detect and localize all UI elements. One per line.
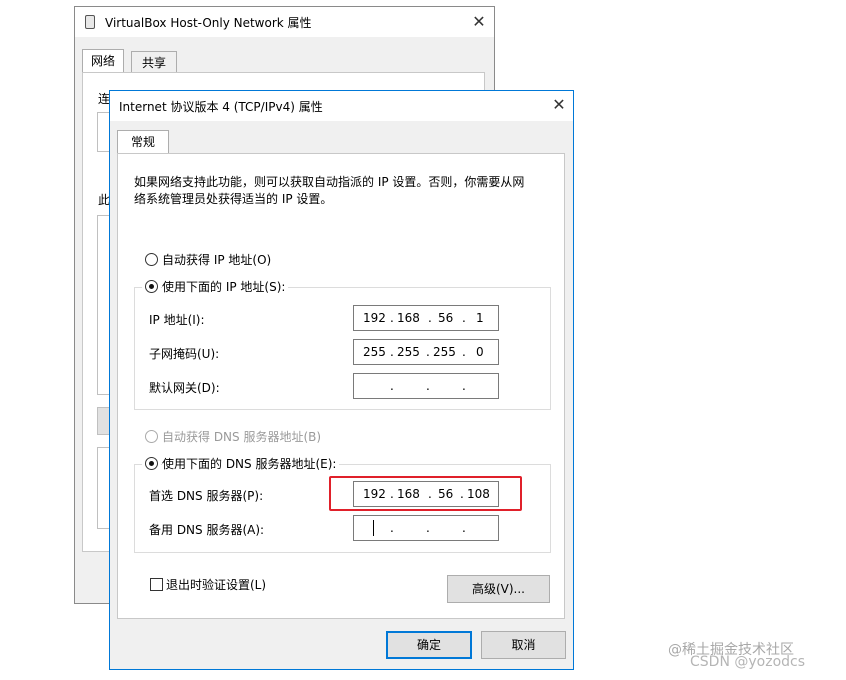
text-cursor: [373, 520, 374, 536]
gateway-dot: .: [390, 379, 394, 393]
dns-auto-label[interactable]: 自动获得 DNS 服务器地址(B): [162, 428, 321, 445]
validate-label[interactable]: 退出时验证设置(L): [166, 576, 266, 593]
mask-octet-2: 255: [397, 345, 420, 359]
ok-button[interactable]: 确定: [386, 631, 472, 659]
mask-dot: .: [462, 345, 466, 359]
validate-checkbox[interactable]: [150, 578, 163, 591]
ip-octet-1: 192: [363, 311, 386, 325]
mask-octet-3: 255: [433, 345, 456, 359]
tab-general[interactable]: 常规: [117, 130, 169, 154]
ipv4-properties-dialog: Internet 协议版本 4 (TCP/IPv4) 属性 ✕ 常规 如果网络支…: [109, 90, 574, 670]
ip-octet-3: 56: [438, 311, 454, 325]
background-close-icon[interactable]: ✕: [469, 13, 489, 33]
tab-sharing[interactable]: 共享: [131, 51, 177, 73]
advanced-button-label: 高级(V)...: [471, 582, 526, 596]
watermark-line-2: CSDN @yozodcs: [690, 654, 806, 670]
ip-dot: .: [390, 311, 394, 325]
cancel-button[interactable]: 取消: [481, 631, 566, 659]
tab-network-label: 网络: [90, 54, 115, 68]
mask-octet-4: 0: [476, 345, 484, 359]
mask-dot: .: [390, 345, 394, 359]
highlight-box: [329, 476, 522, 511]
ip-dot: .: [428, 311, 432, 325]
dns-auto-radio[interactable]: [145, 430, 158, 443]
tab-network[interactable]: 网络: [82, 49, 124, 73]
subnet-mask-input[interactable]: 255. 255. 255. 0: [353, 339, 499, 365]
ok-button-label: 确定: [416, 638, 441, 652]
dialog-titlebar: Internet 协议版本 4 (TCP/IPv4) 属性 ✕: [110, 91, 573, 121]
ip-manual-label[interactable]: 使用下面的 IP 地址(S):: [162, 278, 289, 295]
ip-auto-radio[interactable]: [145, 253, 158, 266]
tab-general-label: 常规: [130, 135, 155, 149]
background-window-title: VirtualBox Host-Only Network 属性: [105, 16, 312, 30]
subnet-mask-label: 子网掩码(U):: [149, 347, 220, 361]
default-gateway-input[interactable]: . . .: [353, 373, 499, 399]
gateway-dot: .: [462, 379, 466, 393]
network-adapter-icon: [85, 15, 95, 29]
ip-manual-radio[interactable]: [145, 280, 158, 293]
ip-auto-label[interactable]: 自动获得 IP 地址(O): [162, 251, 271, 268]
ip-dot: .: [462, 311, 466, 325]
tab-sharing-label: 共享: [141, 56, 166, 70]
cancel-button-label: 取消: [511, 638, 536, 652]
dns2-dot: .: [390, 521, 394, 535]
ip-address-label: IP 地址(I):: [149, 313, 205, 327]
ip-octet-2: 168: [397, 311, 420, 325]
alternate-dns-label: 备用 DNS 服务器(A):: [149, 523, 265, 537]
dns-manual-label[interactable]: 使用下面的 DNS 服务器地址(E):: [162, 455, 340, 472]
dns-manual-radio[interactable]: [145, 457, 158, 470]
advanced-button[interactable]: 高级(V)...: [447, 575, 550, 603]
mask-dot: .: [426, 345, 430, 359]
dns2-dot: .: [462, 521, 466, 535]
dns2-dot: .: [426, 521, 430, 535]
mask-octet-1: 255: [363, 345, 386, 359]
dialog-title: Internet 协议版本 4 (TCP/IPv4) 属性: [119, 100, 323, 114]
description-line-2: 络系统管理员处获得适当的 IP 设置。: [134, 192, 333, 206]
background-titlebar: VirtualBox Host-Only Network 属性 ✕: [75, 7, 494, 37]
gateway-dot: .: [426, 379, 430, 393]
preferred-dns-label: 首选 DNS 服务器(P):: [149, 489, 264, 503]
description-line-1: 如果网络支持此功能，则可以获取自动指派的 IP 设置。否则，你需要从网: [134, 175, 525, 189]
default-gateway-label: 默认网关(D):: [149, 381, 220, 395]
ip-octet-4: 1: [476, 311, 484, 325]
alternate-dns-input[interactable]: . . .: [353, 515, 499, 541]
dialog-close-icon[interactable]: ✕: [549, 96, 569, 116]
ip-address-input[interactable]: 192. 168. 56. 1: [353, 305, 499, 331]
